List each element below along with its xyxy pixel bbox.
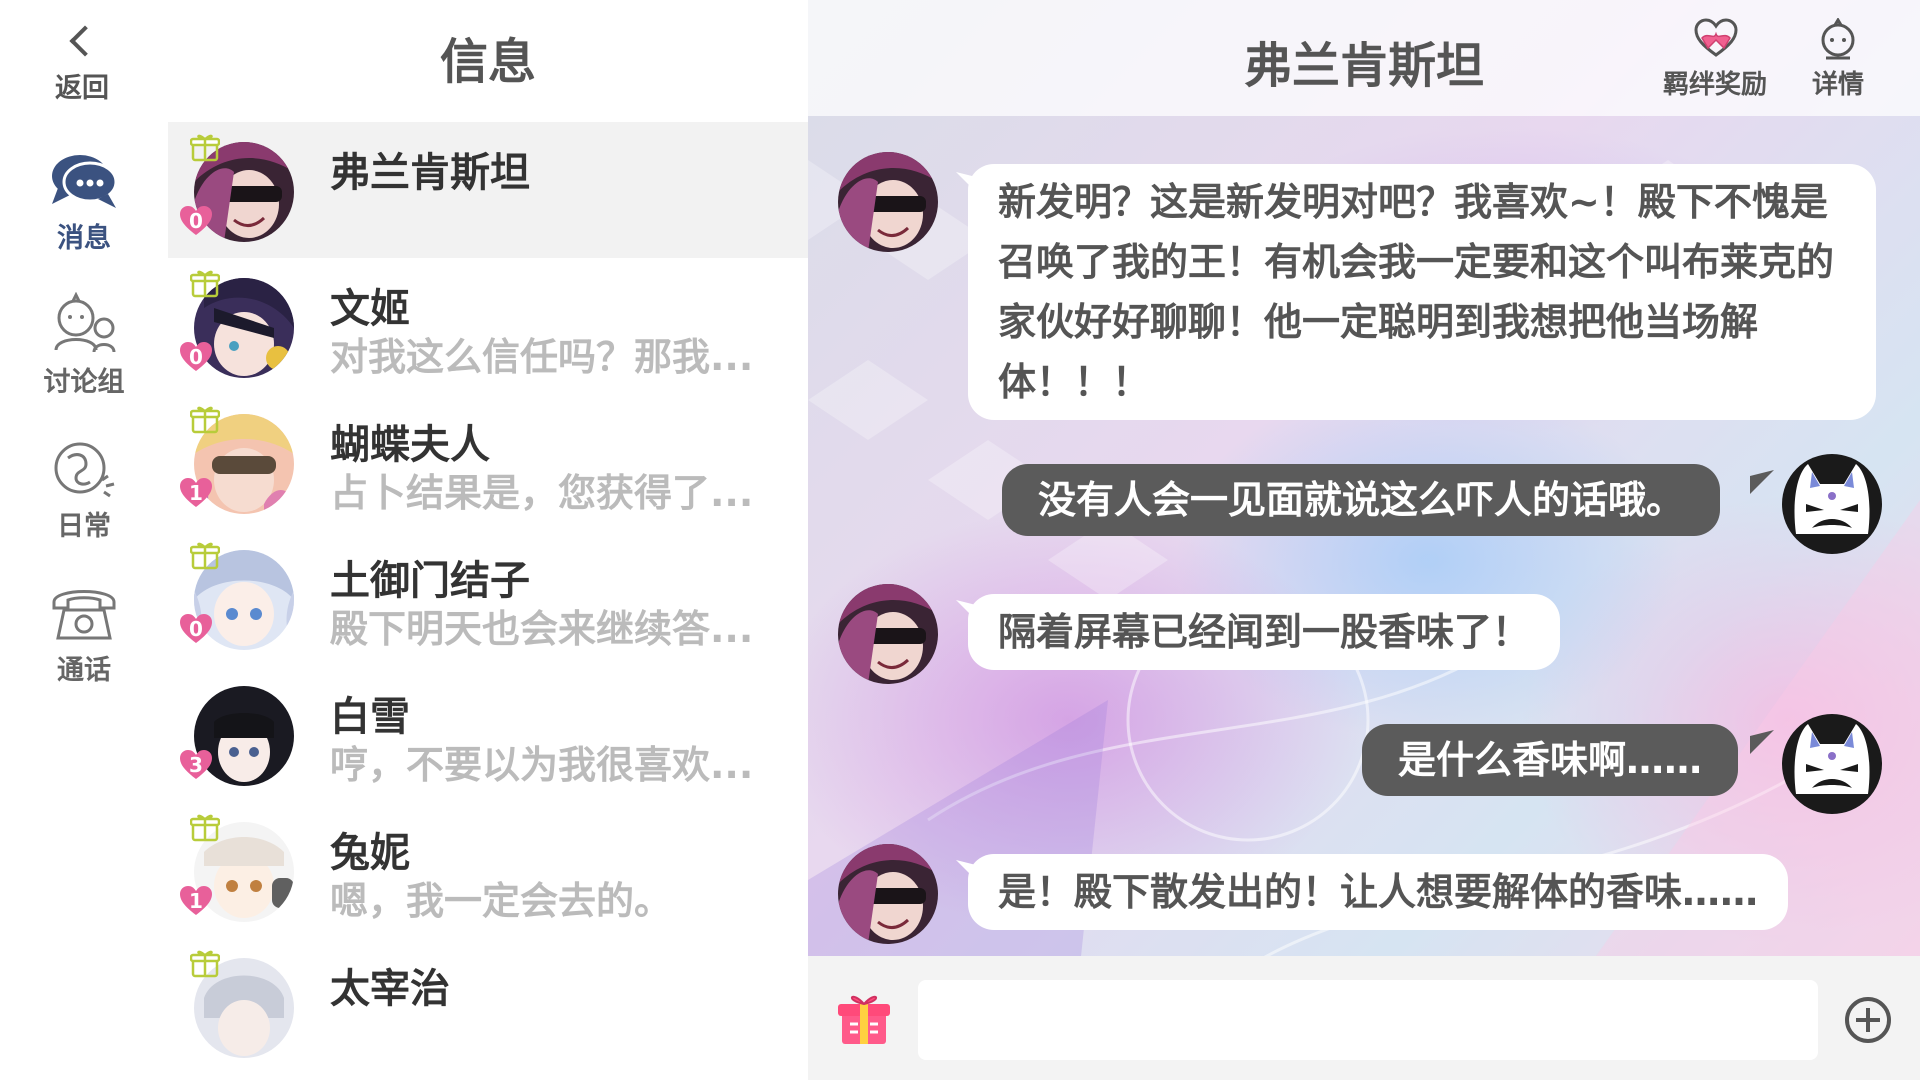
bubble-tail [1750, 470, 1774, 494]
gift-button[interactable] [836, 988, 892, 1048]
conversation-item-tuni[interactable]: 1 兔妮 嗯，我一定会去的。 [168, 802, 808, 938]
player-avatar[interactable] [1782, 714, 1882, 814]
chevron-left-icon [69, 25, 101, 57]
group-icon [54, 292, 116, 353]
message-bubble-outgoing: 没有人会一见面就说这么吓人的话哦。 [1002, 464, 1721, 536]
conversation-preview: 嗯，我一定会去的。 [330, 879, 673, 923]
gift-icon [190, 542, 220, 570]
conversation-name: 太宰治 [330, 966, 450, 1012]
gift-icon [190, 406, 220, 434]
character-avatar[interactable] [838, 584, 938, 684]
conversation-preview: 哼，不要以为我很喜欢... [330, 743, 754, 787]
affection-heart-badge: 1 [180, 886, 212, 916]
affection-level: 1 [189, 889, 203, 913]
chat-bubble-icon [52, 155, 118, 208]
affection-level: 3 [189, 753, 203, 777]
conversation-item-snowwhite[interactable]: 3 白雪 哼，不要以为我很喜欢... [168, 666, 808, 802]
nav-item-messages[interactable]: 消息 [14, 148, 154, 268]
conversation-item-tsuchimikado[interactable]: 0 土御门结子 殿下明天也会来继续答... [168, 530, 808, 666]
nav-label-messages: 消息 [57, 223, 111, 254]
conversation-preview: 殿下明天也会来继续答... [330, 607, 754, 651]
conversation-preview: 对我这么信任吗？那我... [330, 335, 754, 379]
details-button[interactable]: 详情 [1800, 18, 1876, 108]
message-bubble-incoming: 是！殿下散发出的！让人想要解体的香味…… [968, 854, 1789, 930]
gift-icon [190, 814, 220, 842]
nav-label-calls: 通话 [57, 655, 111, 686]
message-input[interactable] [918, 980, 1818, 1060]
nav-label-daily: 日常 [57, 511, 111, 542]
profile-icon [1821, 18, 1855, 60]
telephone-icon [52, 590, 116, 640]
nav-label-groups: 讨论组 [43, 367, 125, 398]
gift-icon [190, 134, 220, 162]
conversation-item-frankenstein[interactable]: 0 弗兰肯斯坦 [168, 122, 808, 258]
conversation-item-wenji[interactable]: 0 文姬 对我这么信任吗？那我... [168, 258, 808, 394]
affection-heart-badge: 3 [180, 750, 212, 780]
affection-level: 0 [189, 209, 203, 233]
conversation-item-butterfly[interactable]: 1 蝴蝶夫人 占卜结果是，您获得了... [168, 394, 808, 530]
nav-item-groups[interactable]: 讨论组 [14, 292, 154, 412]
message-bubble-incoming: 隔着屏幕已经闻到一股香味了！ [968, 594, 1561, 670]
character-avatar[interactable] [838, 152, 938, 252]
nav-item-daily[interactable]: 日常 [14, 436, 154, 556]
chat-panel: 弗兰肯斯坦 羁绊奖励 详情 新发明？这是新发明对吧？我喜欢~！殿下不愧是召唤了我… [808, 0, 1920, 1080]
gift-icon [190, 270, 220, 298]
moments-icon [54, 442, 115, 498]
nav-rail: 返回 消息 讨论组 日常 通话 [0, 0, 168, 1080]
bubble-tail [1750, 730, 1774, 754]
nav-item-calls[interactable]: 通话 [14, 580, 154, 700]
conversation-list: 信息 0 弗兰肯斯坦 0 文姬 对我这么信任吗？那我... 1 蝴蝶夫人 占卜结… [168, 0, 808, 1080]
details-label: 详情 [1811, 70, 1864, 100]
message-bubble-outgoing: 是什么香味啊…… [1362, 724, 1739, 796]
page-title: 信息 [439, 34, 536, 90]
chat-header: 弗兰肯斯坦 羁绊奖励 详情 [808, 0, 1920, 116]
message-input-bar [808, 956, 1920, 1080]
player-avatar[interactable] [1782, 454, 1882, 554]
character-avatar[interactable] [838, 844, 938, 944]
affection-heart-badge: 0 [180, 342, 212, 372]
affection-level: 0 [189, 345, 203, 369]
message-bubble-incoming: 新发明？这是新发明对吧？我喜欢~！殿下不愧是召唤了我的王！有机会我一定要和这个叫… [968, 164, 1876, 420]
affection-level: 1 [189, 481, 203, 505]
back-label: 返回 [55, 73, 109, 104]
bond-reward-label: 羁绊奖励 [1662, 70, 1767, 100]
conversation-name: 弗兰肯斯坦 [330, 150, 530, 196]
conversation-item-dazai[interactable]: 太宰治 [168, 938, 808, 1074]
conversation-preview: 占卜结果是，您获得了... [330, 471, 754, 515]
affection-level: 0 [189, 617, 203, 641]
bond-reward-button[interactable]: 羁绊奖励 [1660, 18, 1770, 108]
back-button[interactable]: 返回 [30, 22, 134, 110]
plus-circle-icon[interactable] [1844, 996, 1892, 1044]
affection-heart-badge: 0 [180, 206, 212, 236]
gift-icon [190, 950, 220, 978]
affection-heart-badge: 0 [180, 614, 212, 644]
affection-heart-badge: 1 [180, 478, 212, 508]
heart-ribbon-icon [1694, 18, 1738, 57]
